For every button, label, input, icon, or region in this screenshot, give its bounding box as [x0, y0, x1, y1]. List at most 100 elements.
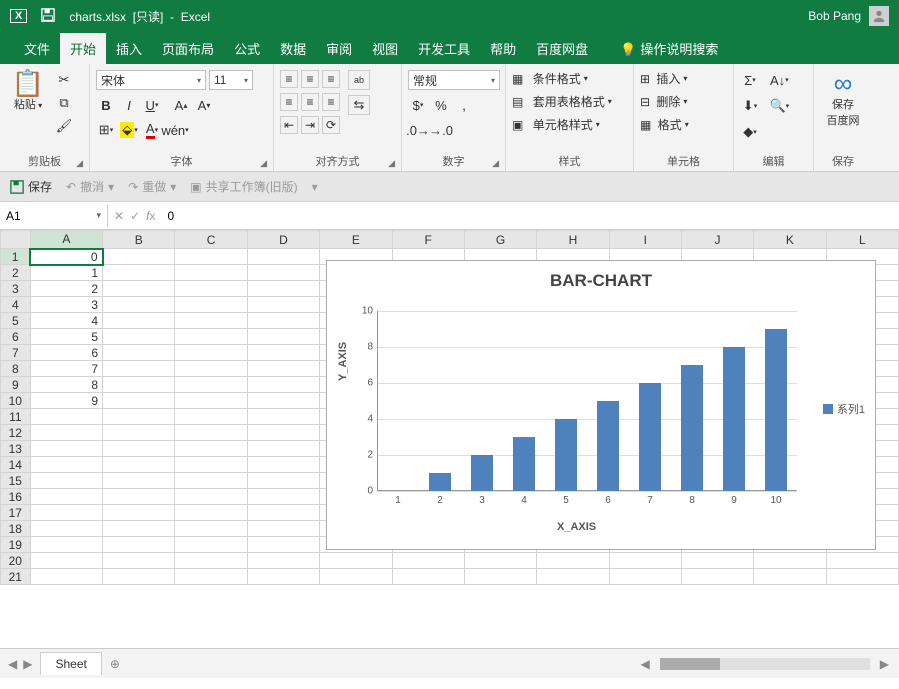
cell-B20[interactable]	[103, 553, 175, 569]
hscrollbar[interactable]	[660, 658, 870, 670]
merge-icon[interactable]: ⇆	[348, 95, 370, 115]
find-icon[interactable]: 🔍▾	[769, 96, 789, 116]
ribbon-tab-审阅[interactable]: 审阅	[316, 33, 362, 64]
cell-A2[interactable]: 1	[30, 265, 102, 281]
col-header-B[interactable]: B	[103, 231, 175, 249]
cell-D12[interactable]	[247, 425, 319, 441]
bar-2[interactable]	[429, 473, 451, 491]
qa-undo-button[interactable]: ↶ 撤消 ▾	[66, 178, 114, 195]
add-sheet-button[interactable]: ⊕	[110, 657, 120, 671]
cell-C2[interactable]	[175, 265, 247, 281]
row-header-1[interactable]: 1	[1, 249, 31, 265]
cell-D16[interactable]	[247, 489, 319, 505]
row-header-8[interactable]: 8	[1, 361, 31, 377]
cell-A1[interactable]: 0	[30, 249, 102, 265]
cell-B17[interactable]	[103, 505, 175, 521]
name-box-input[interactable]	[6, 209, 96, 223]
indent-increase-icon[interactable]: ⇥	[301, 116, 319, 134]
cell-J20[interactable]	[681, 553, 753, 569]
row-header-4[interactable]: 4	[1, 297, 31, 313]
align-center-icon[interactable]: ≡	[301, 93, 319, 111]
bold-button[interactable]: B	[96, 95, 116, 115]
cell-C15[interactable]	[175, 473, 247, 489]
wrap-text-icon[interactable]: ab	[348, 70, 370, 90]
row-header-12[interactable]: 12	[1, 425, 31, 441]
cell-B8[interactable]	[103, 361, 175, 377]
col-header-E[interactable]: E	[320, 231, 392, 249]
col-header-F[interactable]: F	[392, 231, 464, 249]
cell-G21[interactable]	[464, 569, 536, 585]
chart-x-axis-label[interactable]: X_AXIS	[557, 521, 596, 533]
col-header-D[interactable]: D	[247, 231, 319, 249]
fill-icon[interactable]: ⬇▾	[740, 96, 760, 116]
autosum-icon[interactable]: Σ▾	[740, 70, 760, 90]
cell-B19[interactable]	[103, 537, 175, 553]
hscroll-left-icon[interactable]: ◀	[641, 657, 650, 671]
row-header-21[interactable]: 21	[1, 569, 31, 585]
qa-redo-button[interactable]: ↷ 重做 ▾	[128, 178, 176, 195]
number-launcher-icon[interactable]: ◢	[492, 158, 499, 169]
cell-C20[interactable]	[175, 553, 247, 569]
bar-9[interactable]	[723, 347, 745, 491]
cell-A20[interactable]	[30, 553, 102, 569]
row-header-20[interactable]: 20	[1, 553, 31, 569]
cell-K21[interactable]	[754, 569, 826, 585]
row-header-14[interactable]: 14	[1, 457, 31, 473]
cell-B15[interactable]	[103, 473, 175, 489]
row-header-3[interactable]: 3	[1, 281, 31, 297]
baidu-save-button[interactable]: ∞ 保存百度网	[821, 70, 865, 128]
cell-C21[interactable]	[175, 569, 247, 585]
cell-B13[interactable]	[103, 441, 175, 457]
cell-C10[interactable]	[175, 393, 247, 409]
cell-A6[interactable]: 5	[30, 329, 102, 345]
row-header-6[interactable]: 6	[1, 329, 31, 345]
cell-A3[interactable]: 2	[30, 281, 102, 297]
delete-cells-button[interactable]: ⊟ 删除 ▾	[640, 93, 689, 110]
cell-B14[interactable]	[103, 457, 175, 473]
row-header-15[interactable]: 15	[1, 473, 31, 489]
cell-D4[interactable]	[247, 297, 319, 313]
cell-A11[interactable]	[30, 409, 102, 425]
cell-D21[interactable]	[247, 569, 319, 585]
hscroll-right-icon[interactable]: ▶	[880, 657, 889, 671]
format-cells-button[interactable]: ▦ 格式 ▾	[640, 116, 689, 133]
cell-D20[interactable]	[247, 553, 319, 569]
increase-decimal-icon[interactable]: .0→	[408, 120, 428, 140]
col-header-H[interactable]: H	[537, 231, 609, 249]
cell-A10[interactable]: 9	[30, 393, 102, 409]
chart-y-axis-label[interactable]: Y_AXIS	[337, 342, 349, 381]
bar-3[interactable]	[471, 455, 493, 491]
select-all-corner[interactable]	[1, 231, 31, 249]
qa-save-button[interactable]: 保存	[10, 178, 52, 195]
col-header-J[interactable]: J	[681, 231, 753, 249]
align-middle-icon[interactable]: ≡	[301, 70, 319, 88]
cell-B3[interactable]	[103, 281, 175, 297]
hscroll-thumb[interactable]	[660, 658, 720, 670]
tell-me-search[interactable]: 💡操作说明搜索	[610, 33, 728, 64]
cell-I20[interactable]	[609, 553, 681, 569]
cell-C17[interactable]	[175, 505, 247, 521]
row-header-5[interactable]: 5	[1, 313, 31, 329]
copy-icon[interactable]: ⧉	[54, 93, 74, 113]
sort-filter-icon[interactable]: A↓▾	[769, 70, 789, 90]
cell-C4[interactable]	[175, 297, 247, 313]
cell-H20[interactable]	[537, 553, 609, 569]
cell-C12[interactable]	[175, 425, 247, 441]
cell-B4[interactable]	[103, 297, 175, 313]
ribbon-tab-数据[interactable]: 数据	[270, 33, 316, 64]
ribbon-tab-文件[interactable]: 文件	[14, 33, 60, 64]
row-header-11[interactable]: 11	[1, 409, 31, 425]
cell-D19[interactable]	[247, 537, 319, 553]
cell-C19[interactable]	[175, 537, 247, 553]
cell-D8[interactable]	[247, 361, 319, 377]
cell-A15[interactable]	[30, 473, 102, 489]
cell-C5[interactable]	[175, 313, 247, 329]
row-header-10[interactable]: 10	[1, 393, 31, 409]
ribbon-tab-开始[interactable]: 开始	[60, 33, 106, 64]
col-header-I[interactable]: I	[609, 231, 681, 249]
embedded-chart[interactable]: BAR-CHART Y_AXIS X_AXIS 0246810123456789…	[326, 260, 876, 550]
cell-D11[interactable]	[247, 409, 319, 425]
cell-I21[interactable]	[609, 569, 681, 585]
row-header-18[interactable]: 18	[1, 521, 31, 537]
cell-C1[interactable]	[175, 249, 247, 265]
